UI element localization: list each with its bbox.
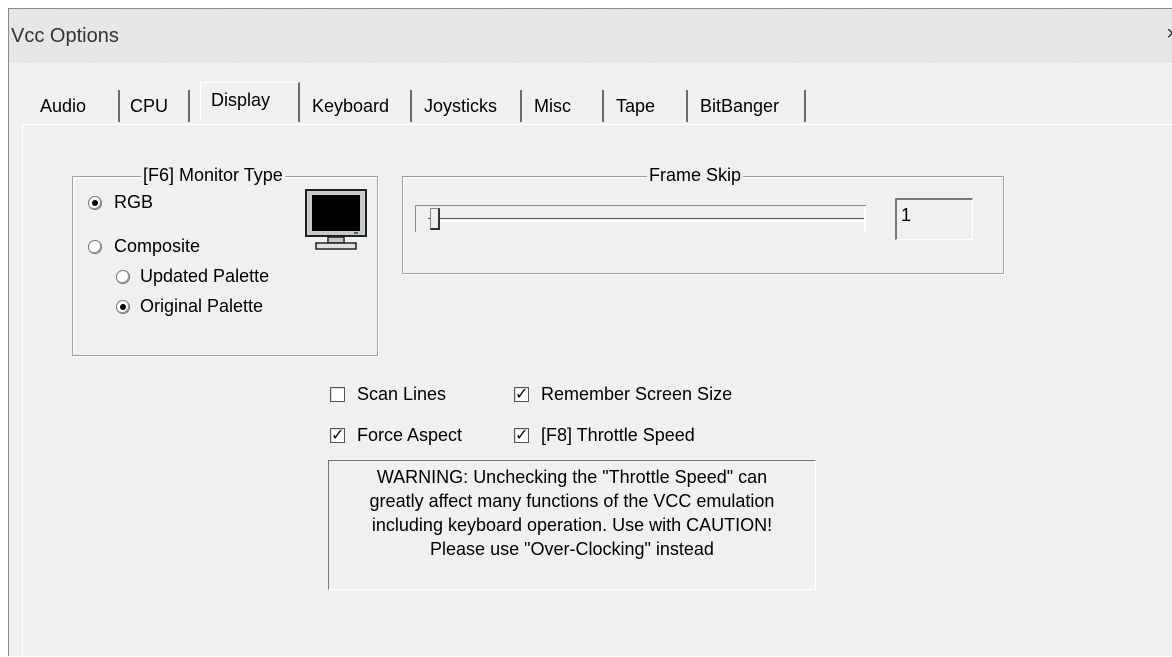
checkbox-unchecked-icon [330,387,345,402]
scan-lines-checkbox[interactable]: Scan Lines [330,384,446,405]
slider-edge [864,206,866,232]
radio-unselected-icon [88,239,102,254]
monitor-type-legend: [F6] Monitor Type [141,165,285,186]
warning-line: including keyboard operation. Use with C… [371,515,773,535]
title-bar[interactable]: Vcc Options × [9,9,1172,63]
frame-skip-value-field[interactable]: 1 [895,198,973,240]
tab-cpu[interactable]: CPU [120,90,190,122]
tab-keyboard[interactable]: Keyboard [302,90,412,122]
radio-unselected-icon [116,269,130,284]
frame-skip-legend: Frame Skip [647,165,744,186]
close-icon[interactable]: × [1166,23,1172,46]
original-palette-radio[interactable]: Original Palette [116,296,263,317]
updated-palette-label: Updated Palette [140,266,270,286]
tab-misc[interactable]: Misc [524,90,604,122]
warning-line: greatly affect many functions of the VCC… [369,491,775,511]
tab-joysticks[interactable]: Joysticks [414,90,522,122]
checkbox-checked-icon [330,425,345,444]
composite-label: Composite [114,236,201,256]
force-aspect-checkbox[interactable]: Force Aspect [330,425,462,446]
radio-selected-icon [116,299,130,314]
monitor-icon [305,189,367,250]
rgb-radio[interactable]: RGB [88,192,153,213]
remember-screen-size-checkbox[interactable]: Remember Screen Size [514,384,732,405]
tab-bitbanger[interactable]: BitBanger [690,90,806,122]
throttle-speed-checkbox[interactable]: [F8] Throttle Speed [514,425,695,446]
warning-line: WARNING: Unchecking the "Throttle Speed"… [376,467,768,487]
scan-lines-label: Scan Lines [357,384,447,404]
composite-radio[interactable]: Composite [88,236,200,257]
slider-track-line [428,218,864,222]
warning-line: Please use "Over-Clocking" instead [430,539,714,559]
radio-selected-icon [88,195,102,210]
checkbox-checked-icon [514,384,529,403]
tab-tape[interactable]: Tape [606,90,688,122]
throttle-warning-box: WARNING: Unchecking the "Throttle Speed"… [328,460,816,590]
window-title: Vcc Options [11,25,119,47]
throttle-speed-label: [F8] Throttle Speed [541,425,695,445]
force-aspect-label: Force Aspect [357,425,463,445]
slider-thumb[interactable] [430,208,440,230]
remember-screen-size-label: Remember Screen Size [541,384,733,404]
tab-audio[interactable]: Audio [30,90,120,122]
checkbox-checked-icon [514,425,529,444]
tab-display[interactable]: Display [200,82,300,122]
rgb-label: RGB [114,192,154,212]
original-palette-label: Original Palette [140,296,264,316]
updated-palette-radio[interactable]: Updated Palette [116,266,269,287]
frame-skip-slider[interactable] [415,205,866,232]
